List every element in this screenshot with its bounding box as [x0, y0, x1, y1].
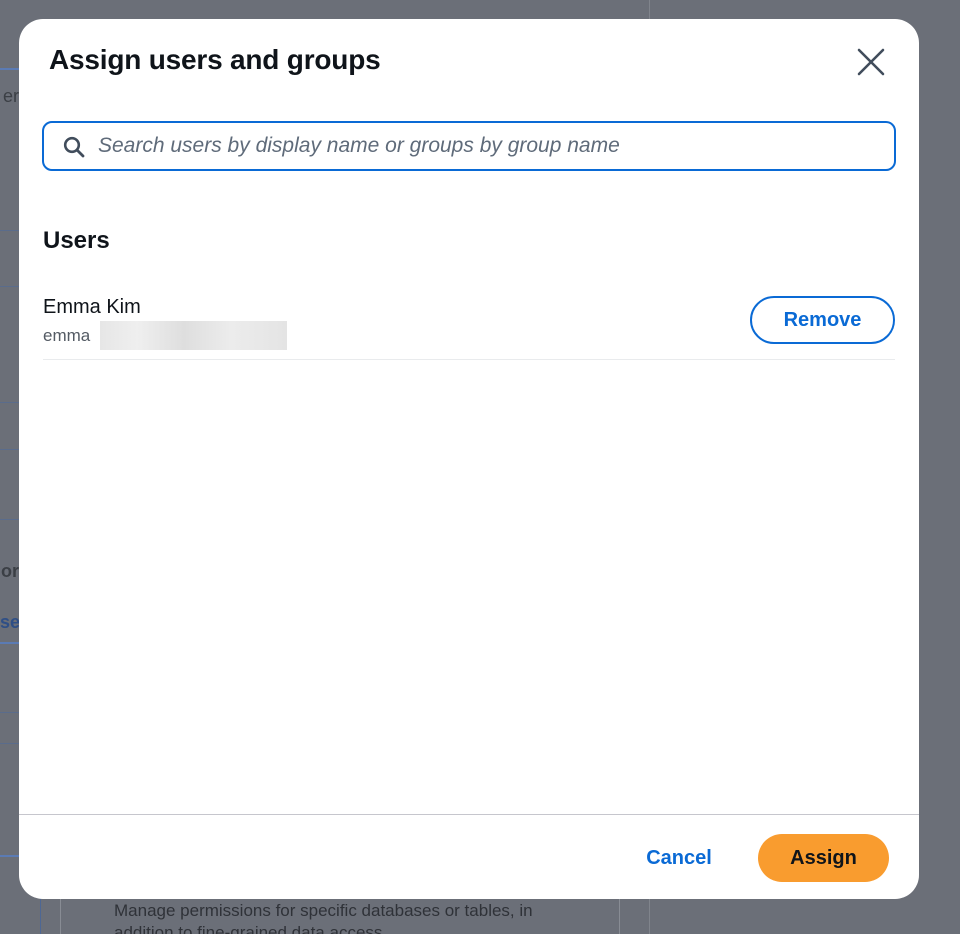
background-divider: [0, 449, 19, 450]
email-redaction-blur: [100, 321, 287, 350]
users-section-heading: Users: [43, 227, 110, 254]
background-divider: [0, 402, 19, 403]
background-text-fragment: er: [2, 86, 19, 106]
background-divider: [0, 855, 19, 857]
remove-user-button[interactable]: Remove: [750, 296, 895, 344]
search-input[interactable]: [98, 123, 878, 169]
background-divider: [0, 743, 19, 744]
user-display-name: Emma Kim: [43, 296, 141, 318]
background-divider: [0, 68, 19, 70]
user-list-item: Emma Kim emma Remove: [43, 289, 895, 360]
search-field[interactable]: [42, 121, 896, 171]
user-email: emma: [43, 326, 91, 345]
background-link-fragment: se: [0, 612, 19, 632]
background-divider: [0, 712, 19, 713]
modal-title: Assign users and groups: [49, 44, 381, 75]
search-icon: [63, 136, 85, 158]
assign-button[interactable]: Assign: [758, 834, 889, 882]
background-divider: [0, 230, 19, 231]
background-divider: [0, 286, 19, 287]
background-divider: [0, 519, 19, 520]
background-card-text: Manage permissions for specific database…: [114, 901, 533, 934]
modal-footer: Cancel Assign: [19, 814, 919, 899]
assign-users-modal: Assign users and groups Users Emma Kim e…: [19, 19, 919, 899]
background-text-fragment: or: [1, 561, 19, 581]
background-divider: [0, 642, 19, 644]
cancel-button[interactable]: Cancel: [629, 834, 729, 882]
close-icon: [857, 48, 885, 76]
close-button[interactable]: [853, 44, 889, 80]
